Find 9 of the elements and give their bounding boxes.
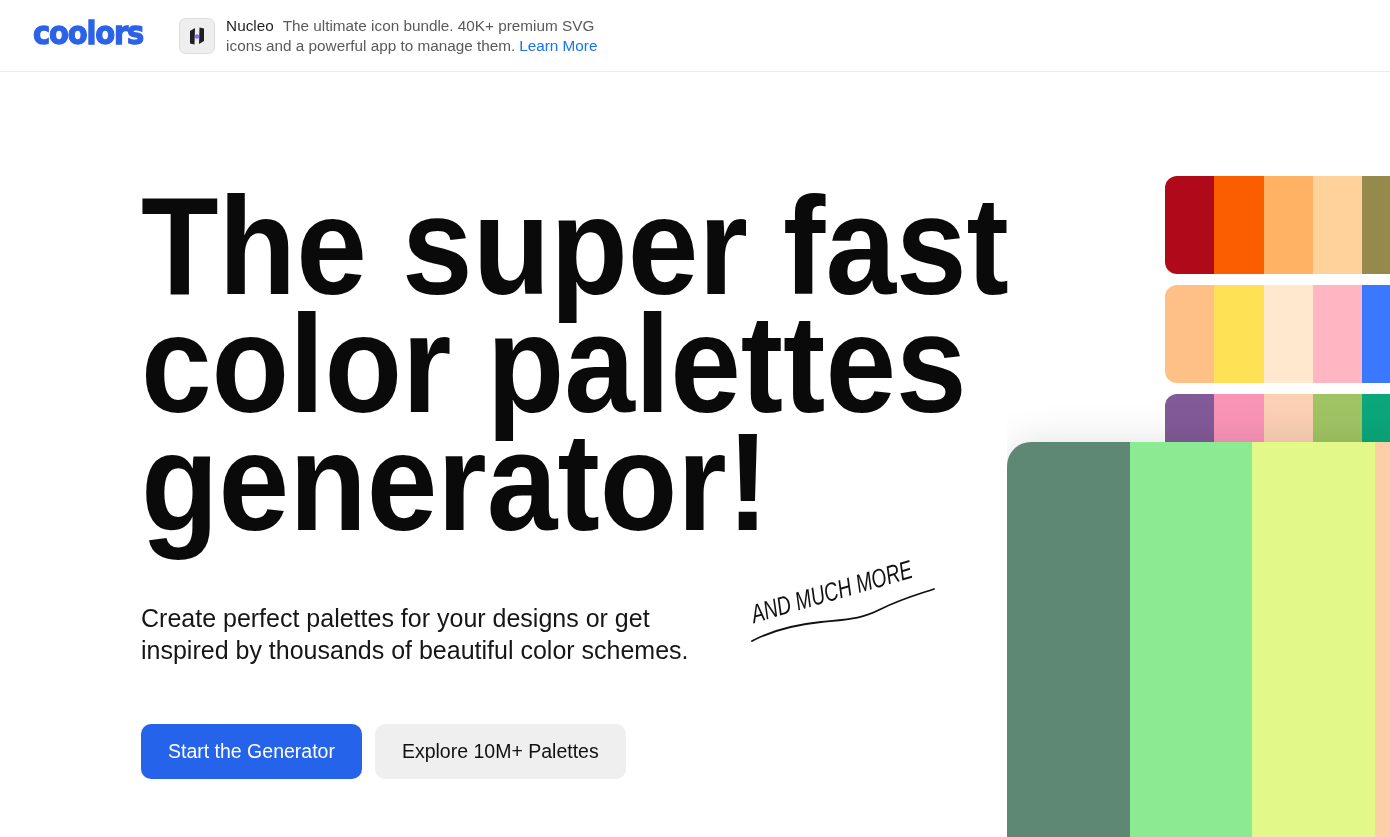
hero-headline: The super fast color palettes generator! [141,187,1010,558]
start-generator-button[interactable]: Start the Generator [141,724,362,779]
ad-text: Nucleo The ultimate icon bundle. 40K+ premium SVG icons and a powerful app to manage them. Learn More [226,15,599,56]
learn-more-link[interactable]: Learn More [519,36,598,54]
handwritten-note: AND MUCH MORE [750,561,937,644]
app-logo-icon [179,17,216,54]
logo-wordmark[interactable]: coolors [33,17,144,50]
explore-palettes-button[interactable]: Explore 10M+ Palettes [374,724,626,779]
hero-subtitle: Create perfect palettes for your designs or get inspired by thousands of beautiful color schemes. [141,603,690,666]
